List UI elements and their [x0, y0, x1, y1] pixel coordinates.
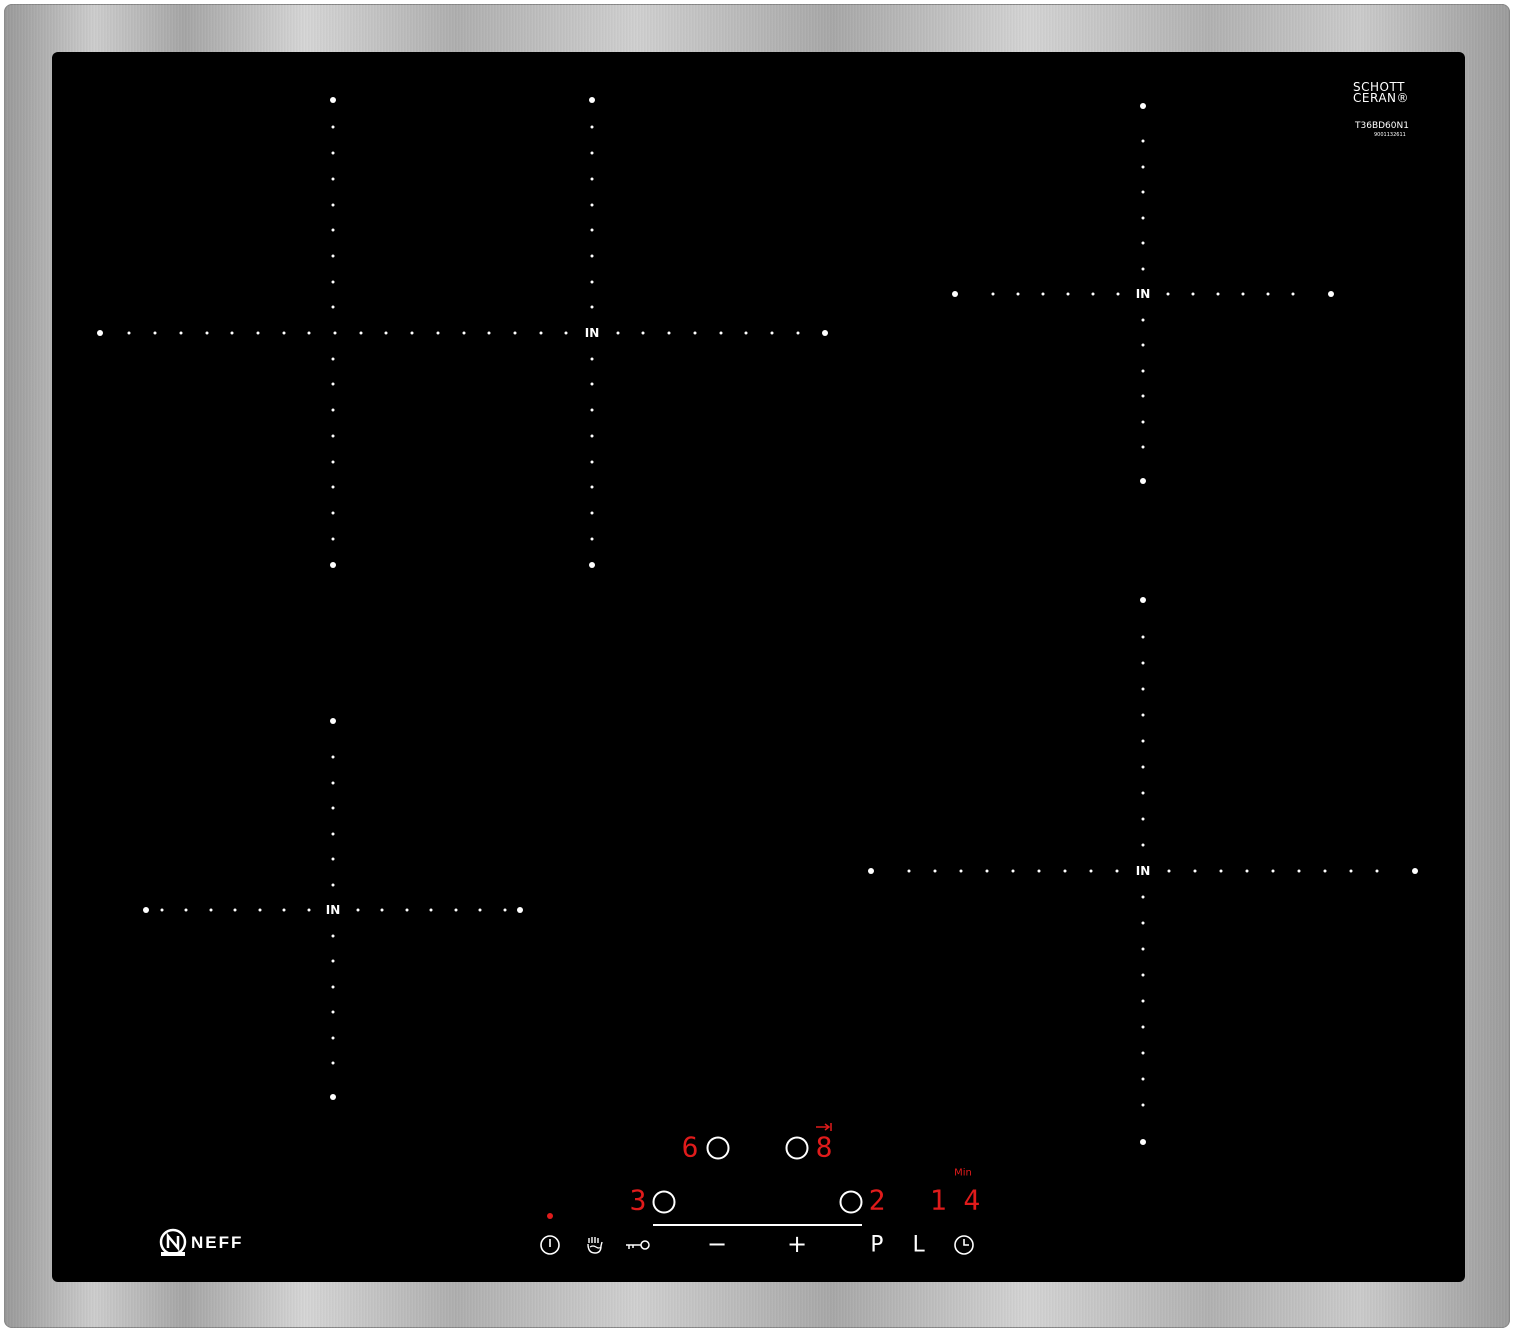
- power-slider-track[interactable]: [653, 1224, 862, 1226]
- front-right-zone-selector-icon[interactable]: [839, 1190, 863, 1214]
- power-indicator-led: [547, 1213, 553, 1219]
- timer-clock-icon[interactable]: [953, 1234, 975, 1256]
- neff-logo-text: NEFF: [191, 1233, 244, 1252]
- ceramic-glass-cooktop: [52, 52, 1465, 1282]
- neff-logo-emblem-icon: [159, 1228, 187, 1256]
- power-icon[interactable]: [539, 1234, 561, 1256]
- rear-right-level-display: 8: [815, 1130, 833, 1164]
- wipe-protection-icon[interactable]: [584, 1234, 606, 1256]
- timer-unit-label: Min: [954, 1167, 972, 1179]
- neff-logo: NEFF: [158, 1228, 243, 1258]
- timer-display: 1 4: [929, 1183, 981, 1217]
- front-left-zone-selector-icon[interactable]: [652, 1190, 676, 1214]
- lock-button[interactable]: L: [912, 1233, 925, 1258]
- front-right-level-display: 2: [868, 1183, 886, 1217]
- front-left-level-display: 3: [629, 1183, 647, 1217]
- rear-left-zone-selector-icon[interactable]: [706, 1136, 730, 1160]
- schott-ceran-logo: SCHOTT CERAN®: [1353, 81, 1409, 105]
- child-lock-key-icon[interactable]: [625, 1238, 651, 1252]
- minus-button[interactable]: −: [707, 1230, 727, 1258]
- rear-right-zone-selector-icon[interactable]: [785, 1136, 809, 1160]
- plus-button[interactable]: +: [787, 1230, 807, 1258]
- serial-number: 9001132611: [1374, 132, 1406, 138]
- timer-arrow-icon: [816, 1123, 832, 1131]
- model-number: T36BD60N1: [1355, 121, 1409, 131]
- power-boost-button[interactable]: P: [870, 1233, 883, 1258]
- schott-ceran-logo-line2: CERAN®: [1353, 91, 1409, 105]
- rear-left-level-display: 6: [681, 1130, 699, 1164]
